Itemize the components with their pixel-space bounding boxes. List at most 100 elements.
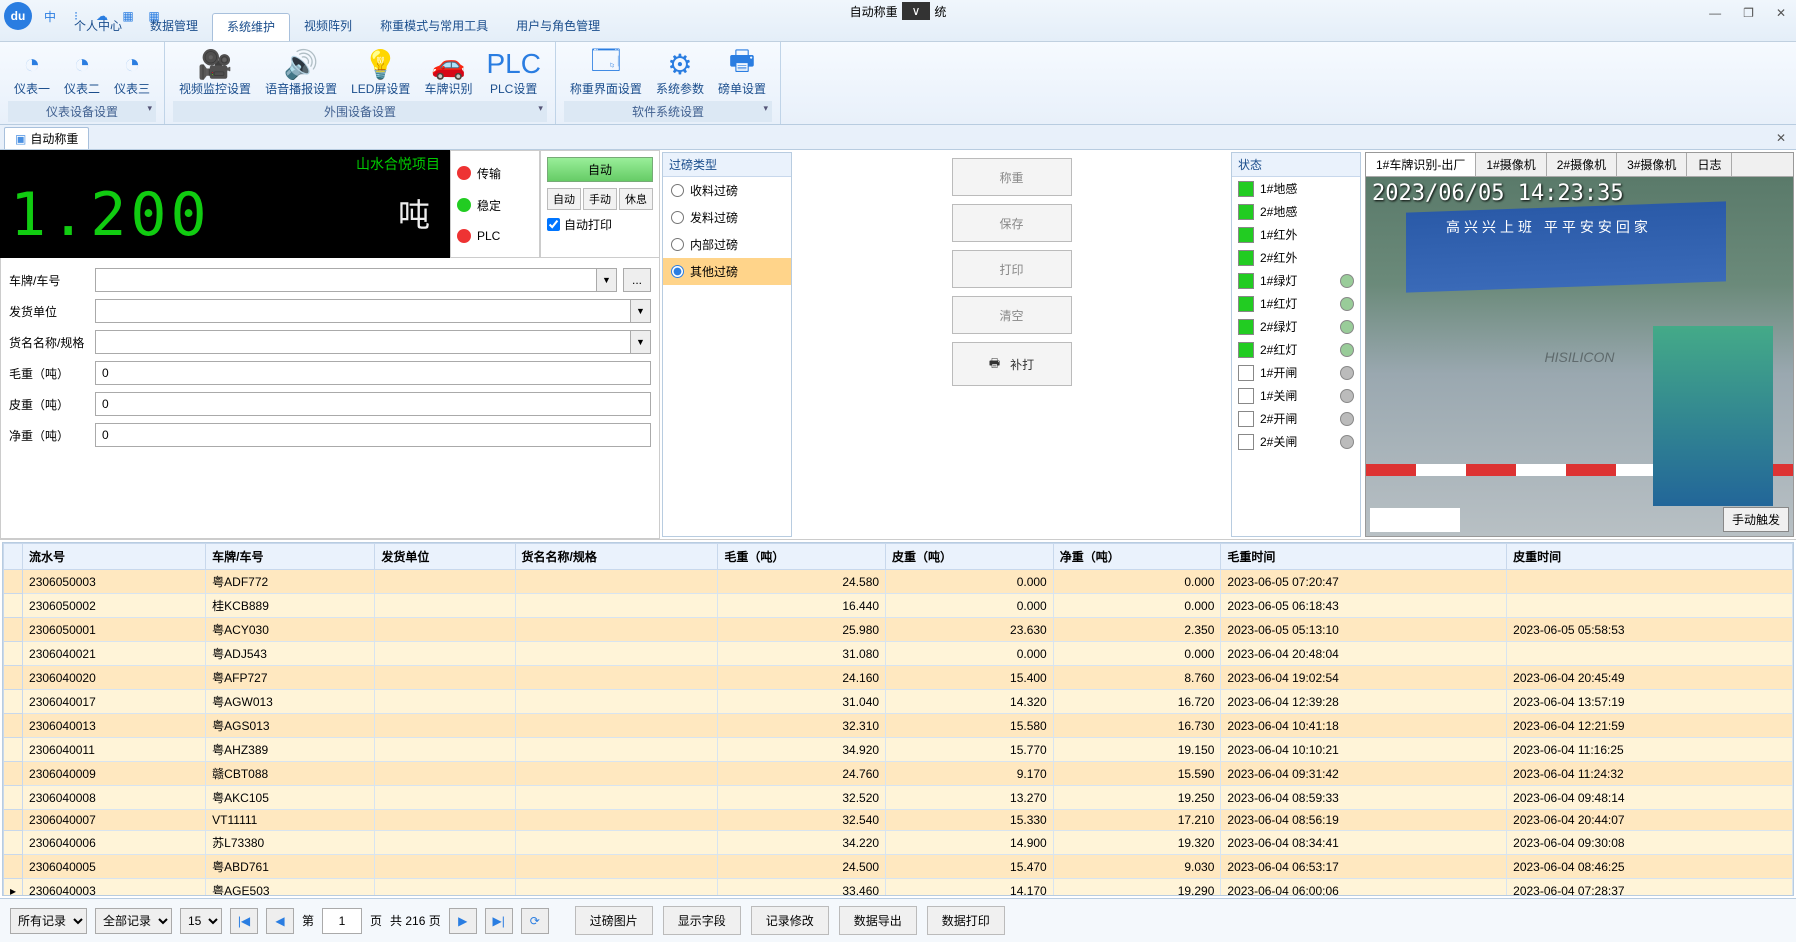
- status-dot-icon[interactable]: [1340, 389, 1354, 403]
- ribbon-meter2[interactable]: ◔仪表二: [58, 46, 106, 99]
- tabstrip-close-icon[interactable]: ✕: [1776, 131, 1786, 145]
- window-maximize[interactable]: ❐: [1737, 4, 1760, 22]
- status-dot-icon[interactable]: [1340, 366, 1354, 380]
- form-dropdown-shipper[interactable]: ▼: [631, 299, 651, 323]
- status-dot-icon[interactable]: [1340, 343, 1354, 357]
- col-header[interactable]: 毛重时间: [1221, 544, 1507, 570]
- filter1-select[interactable]: 所有记录: [10, 908, 87, 934]
- table-row[interactable]: 2306040021粤ADJ54331.0800.0000.0002023-06…: [4, 642, 1793, 666]
- table-row[interactable]: 2306050002桂KCB88916.4400.0000.0002023-06…: [4, 594, 1793, 618]
- camera-tab-0[interactable]: 1#车牌识别-出厂: [1366, 153, 1476, 176]
- status-dot-icon[interactable]: [1340, 297, 1354, 311]
- col-header[interactable]: 皮重时间: [1507, 544, 1793, 570]
- camera-tab-1[interactable]: 1#摄像机: [1476, 153, 1546, 176]
- form-input-tare[interactable]: [95, 392, 651, 416]
- col-header[interactable]: 货名名称/规格: [515, 544, 718, 570]
- app-title-dropdown[interactable]: ∨: [902, 2, 931, 20]
- autoprint-checkbox[interactable]: [547, 218, 560, 231]
- filter2-select[interactable]: 全部记录: [95, 908, 172, 934]
- table-row[interactable]: ▸2306040003粤AGE50333.46014.17019.2902023…: [4, 879, 1793, 897]
- table-row[interactable]: 2306040020粤AFP72724.16015.4008.7602023-0…: [4, 666, 1793, 690]
- page-prev[interactable]: ◀: [266, 908, 294, 934]
- page-next[interactable]: ▶: [449, 908, 477, 934]
- col-header[interactable]: 毛重（吨）: [718, 544, 886, 570]
- ribbon-video-cfg[interactable]: 🎥视频监控设置: [173, 46, 257, 99]
- footer-btn-0[interactable]: 过磅图片: [575, 906, 653, 935]
- form-input-gross[interactable]: [95, 361, 651, 385]
- camera-tab-2[interactable]: 2#摄像机: [1547, 153, 1617, 176]
- status-dot-icon[interactable]: [1340, 412, 1354, 426]
- weigh-button[interactable]: 称重: [952, 158, 1072, 196]
- footer-btn-3[interactable]: 数据导出: [839, 906, 917, 935]
- window-minimize[interactable]: —: [1703, 4, 1727, 22]
- manual-trigger-button[interactable]: 手动触发: [1723, 507, 1789, 532]
- page-last[interactable]: ▶|: [485, 908, 513, 934]
- page-refresh[interactable]: ⟳: [521, 908, 549, 934]
- table-row[interactable]: 2306040008粤AKC10532.52013.27019.2502023-…: [4, 786, 1793, 810]
- ribbon-ticket-cfg[interactable]: 🖶磅单设置: [712, 46, 772, 99]
- menu-4[interactable]: 称重模式与常用工具: [366, 13, 502, 41]
- page-input[interactable]: [322, 908, 362, 934]
- status-dot-icon[interactable]: [1340, 274, 1354, 288]
- filter-internal[interactable]: 内部过磅: [663, 231, 791, 258]
- footer-btn-4[interactable]: 数据打印: [927, 906, 1005, 935]
- camera-tab-4[interactable]: 日志: [1687, 153, 1732, 176]
- clear-button[interactable]: 清空: [952, 296, 1072, 334]
- ribbon-meter1[interactable]: ◔仪表一: [8, 46, 56, 99]
- form-browse-plate[interactable]: ...: [623, 268, 651, 292]
- window-close[interactable]: ✕: [1770, 4, 1792, 22]
- pagesize-select[interactable]: 15: [180, 908, 222, 934]
- table-row[interactable]: 2306040013粤AGS01332.31015.58016.7302023-…: [4, 714, 1793, 738]
- autoprint-check[interactable]: 自动打印: [547, 216, 653, 233]
- filter-other[interactable]: 其他过磅: [663, 258, 791, 285]
- status-dot-icon[interactable]: [1340, 320, 1354, 334]
- col-header[interactable]: 净重（吨）: [1053, 544, 1221, 570]
- form-input-net[interactable]: [95, 423, 651, 447]
- menu-1[interactable]: 数据管理: [136, 13, 212, 41]
- table-row[interactable]: 2306050001粤ACY03025.98023.6302.3502023-0…: [4, 618, 1793, 642]
- mode-btn-0[interactable]: 自动: [547, 188, 581, 210]
- menu-2[interactable]: 系统维护: [212, 13, 290, 41]
- table-row[interactable]: 2306040011粤AHZ38934.92015.77019.1502023-…: [4, 738, 1793, 762]
- tab-weighing[interactable]: ▣ 自动称重: [4, 127, 89, 149]
- page-first[interactable]: |◀: [230, 908, 258, 934]
- form-input-plate[interactable]: [95, 268, 597, 292]
- supplement-button[interactable]: 🖶 补打: [952, 342, 1072, 386]
- table-row[interactable]: 2306040017粤AGW01331.04014.32016.7202023-…: [4, 690, 1793, 714]
- table-row[interactable]: 2306040007VT1111132.54015.33017.2102023-…: [4, 810, 1793, 831]
- menu-3[interactable]: 视频阵列: [290, 13, 366, 41]
- ribbon-ui-cfg[interactable]: 🗔称重界面设置: [564, 46, 648, 99]
- form-dropdown-goods[interactable]: ▼: [631, 330, 651, 354]
- col-header[interactable]: 皮重（吨）: [886, 544, 1054, 570]
- ribbon-sys-param[interactable]: ⚙系统参数: [650, 46, 710, 99]
- print-button[interactable]: 打印: [952, 250, 1072, 288]
- table-row[interactable]: 2306040005粤ABD76124.50015.4709.0302023-0…: [4, 855, 1793, 879]
- table-row[interactable]: 2306040006苏L7338034.22014.90019.3202023-…: [4, 831, 1793, 855]
- col-header[interactable]: 车牌/车号: [206, 544, 375, 570]
- table-row[interactable]: 2306050003粤ADF77224.5800.0000.0002023-06…: [4, 570, 1793, 594]
- footer-btn-2[interactable]: 记录修改: [751, 906, 829, 935]
- ribbon-plate-cfg[interactable]: 🚗车牌识别: [418, 46, 478, 99]
- mode-btn-2[interactable]: 休息: [619, 188, 653, 210]
- ribbon-led-cfg[interactable]: 💡LED屏设置: [345, 46, 416, 99]
- form-dropdown-plate[interactable]: ▼: [597, 268, 617, 292]
- save-button[interactable]: 保存: [952, 204, 1072, 242]
- mode-btn-1[interactable]: 手动: [583, 188, 617, 210]
- col-header[interactable]: 发货单位: [375, 544, 515, 570]
- records-table[interactable]: 流水号车牌/车号发货单位货名名称/规格毛重（吨）皮重（吨）净重（吨）毛重时间皮重…: [2, 542, 1794, 896]
- form-input-shipper[interactable]: [95, 299, 631, 323]
- ribbon-plc-cfg[interactable]: PLCPLC设置: [480, 46, 546, 99]
- form-input-goods[interactable]: [95, 330, 631, 354]
- filter-send[interactable]: 发料过磅: [663, 204, 791, 231]
- table-row[interactable]: 2306040009赣CBT08824.7609.17015.5902023-0…: [4, 762, 1793, 786]
- menu-0[interactable]: 个人中心: [60, 13, 136, 41]
- col-header[interactable]: 流水号: [23, 544, 206, 570]
- lang-icon[interactable]: 中: [40, 6, 60, 26]
- ribbon-meter3[interactable]: ◔仪表三: [108, 46, 156, 99]
- camera-tab-3[interactable]: 3#摄像机: [1617, 153, 1687, 176]
- menu-5[interactable]: 用户与角色管理: [502, 13, 614, 41]
- footer-btn-1[interactable]: 显示字段: [663, 906, 741, 935]
- status-dot-icon[interactable]: [1340, 435, 1354, 449]
- ribbon-voice-cfg[interactable]: 🔊语音播报设置: [259, 46, 343, 99]
- filter-receive[interactable]: 收料过磅: [663, 177, 791, 204]
